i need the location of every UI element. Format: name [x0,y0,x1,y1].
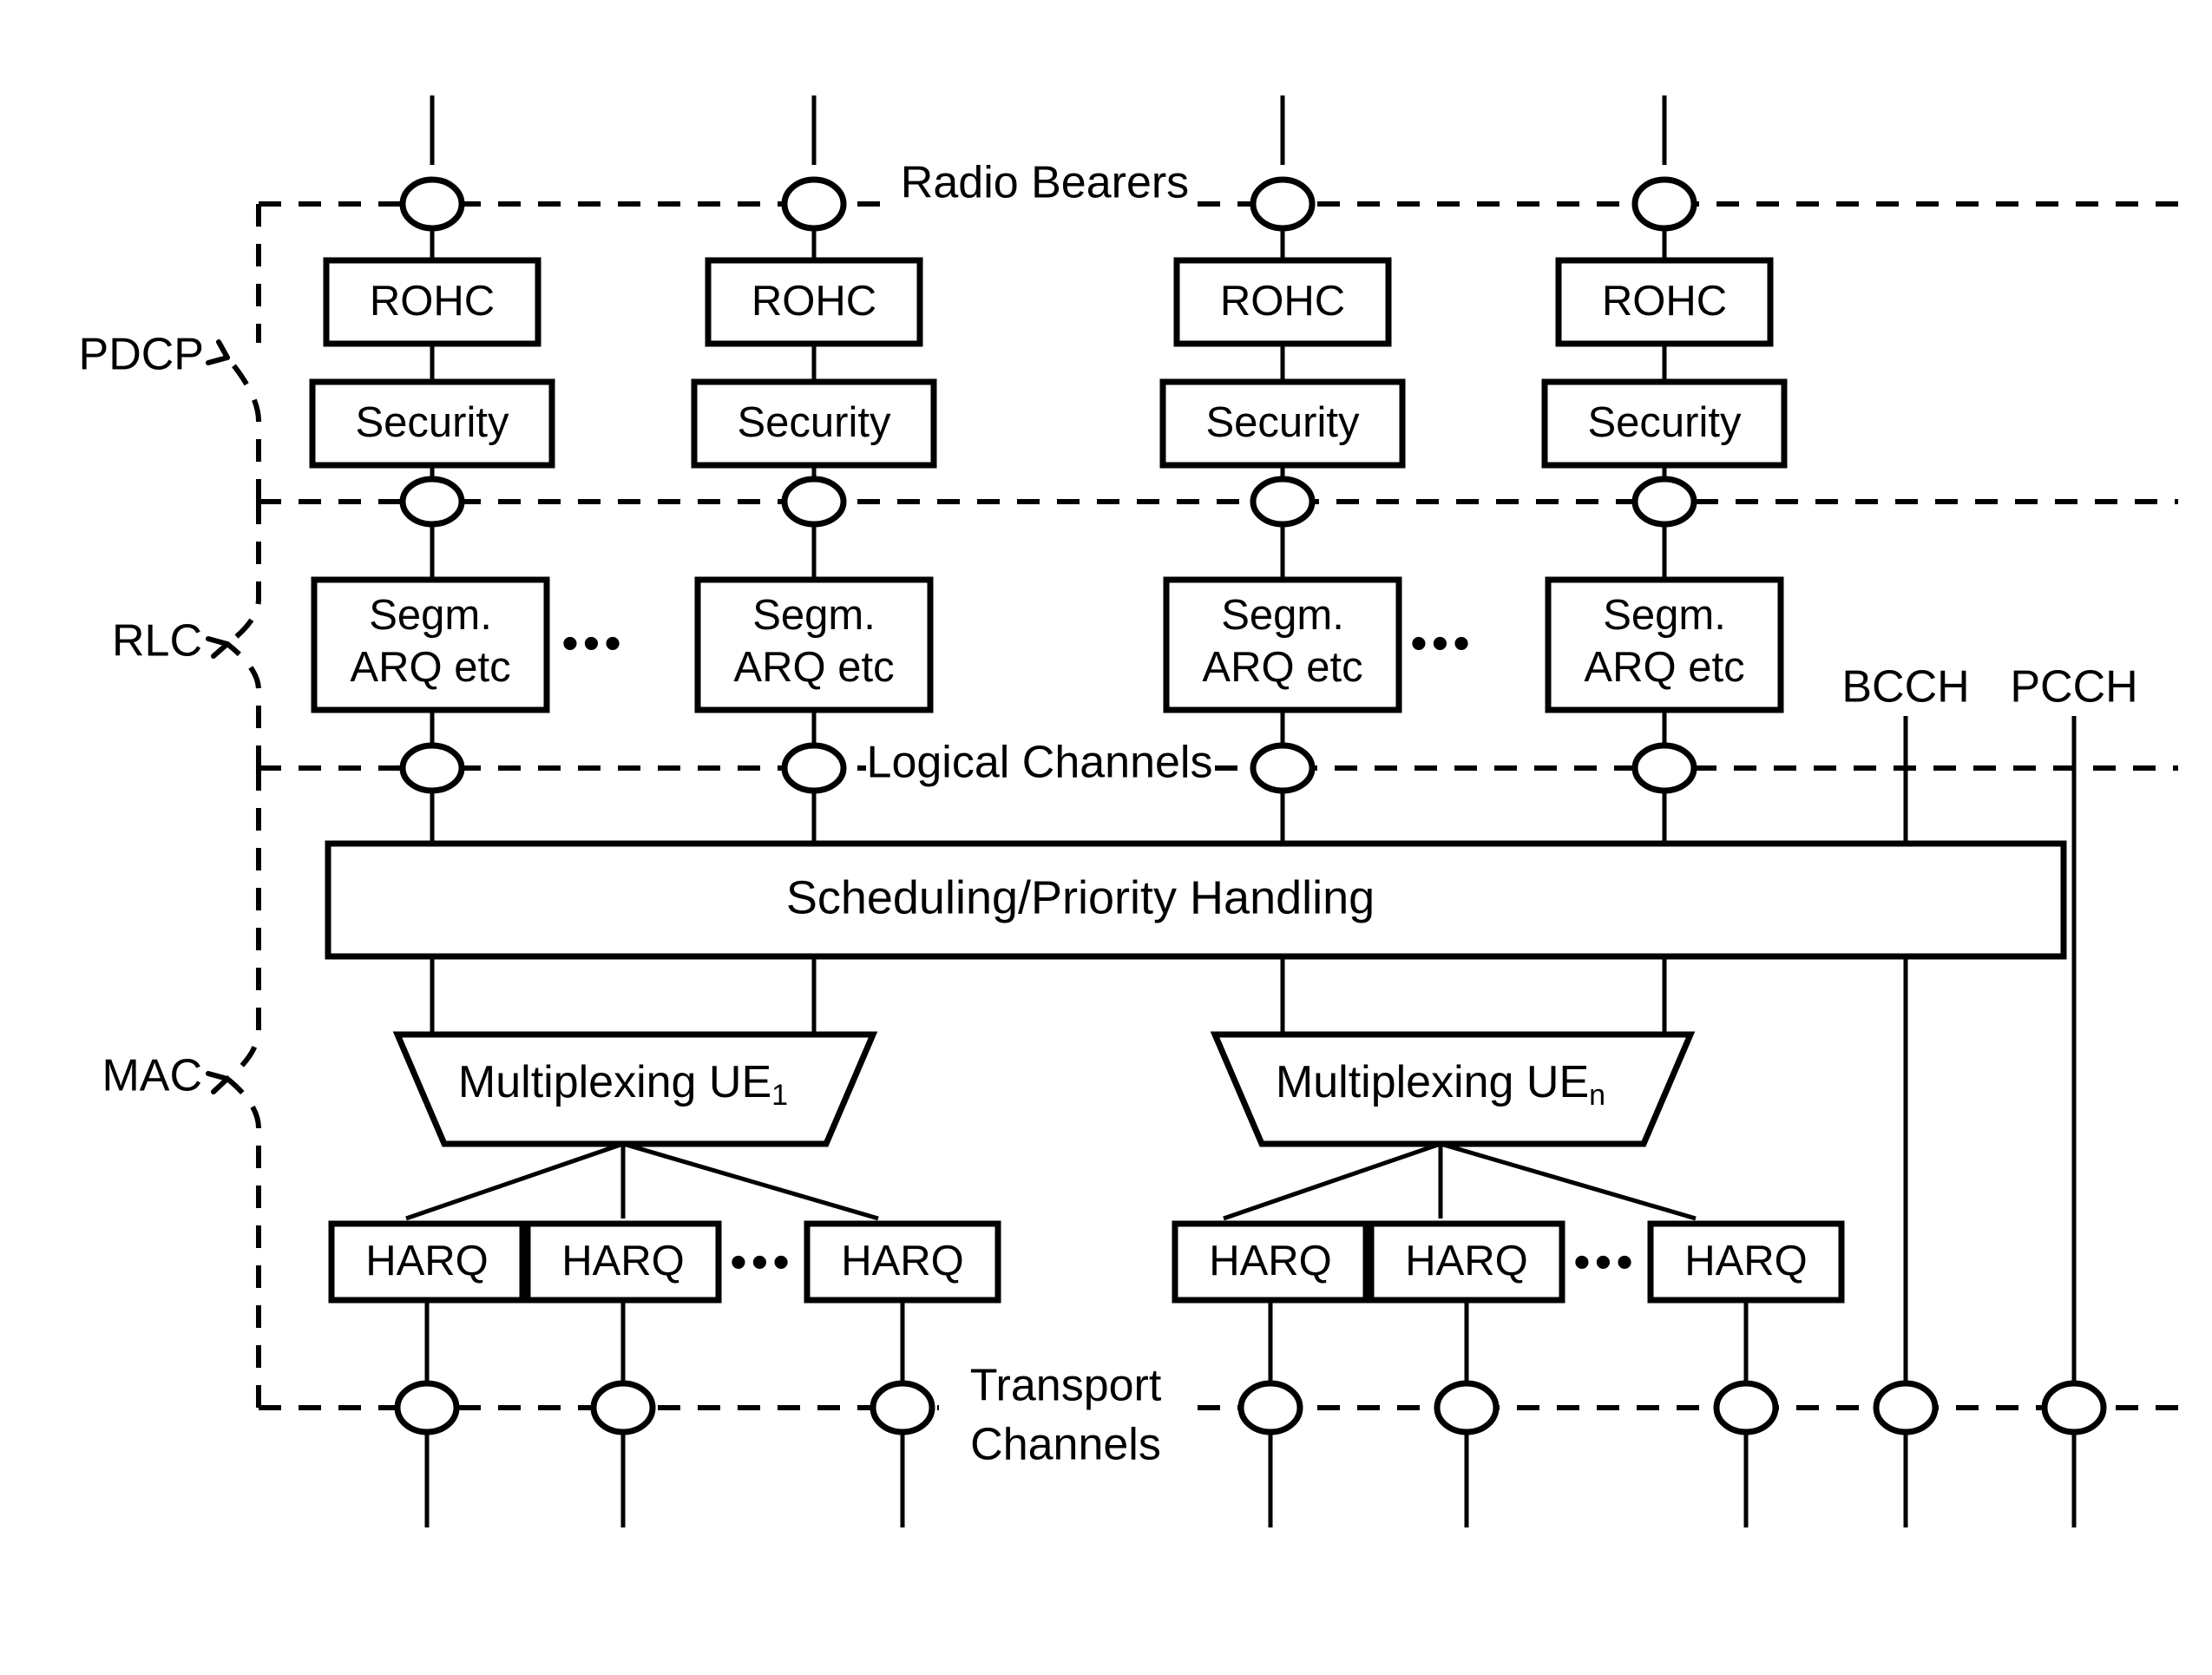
multiplexing-uen-label: Multiplexing UEn [1276,1057,1605,1112]
transport-channel-output-lines [424,1432,2077,1527]
rohc-box-label: ROHC [752,278,876,325]
multiplexer-input-lines [430,956,1667,1035]
logical-channels-label: Logical Channels [867,738,1213,788]
rlc-box-label-line1: Segm. [1221,592,1344,639]
rlc-box-label-line2: ARQ etc [1584,644,1744,691]
scheduling-priority-handling-label: Scheduling/Priority Handling [786,871,1375,923]
rlc-box-label-line1: Segm. [369,592,492,639]
security-box-label: Security [1587,399,1742,446]
mac-bracket-bottom [226,1076,261,1408]
pdcp-bracket-bottom [225,356,261,502]
scheduler-input-lines [430,791,1667,844]
rlc-ellipsis-left: ••• [561,615,626,670]
protocol-stack-canvas: Radio Bearers ROHC ROHC ROHC ROHC Securi… [79,95,2178,1527]
harq-box-label: HARQ [1684,1238,1808,1284]
mac-bracket-arrow [206,1071,230,1094]
security-output-lines [430,465,1667,477]
mac-bracket-top [226,768,261,1081]
layer-label-mac: MAC [102,1051,202,1101]
rlc-box-label-line2: ARQ etc [350,644,510,691]
rlc-box-group: Segm. ARQ etc Segm. ARQ etc Segm. ARQ et… [311,576,1784,713]
bcch-label: BCCH [1841,662,1969,713]
harq-box-label: HARQ [561,1238,685,1284]
rlc-box-label-line1: Segm. [1603,592,1726,639]
harq-box-label: HARQ [1209,1238,1332,1284]
rlc-box-label-line2: ARQ etc [733,644,894,691]
pcch-label: PCCH [2010,662,2137,713]
rlc-input-lines [430,524,1667,580]
rlc-box-label-line2: ARQ etc [1202,644,1362,691]
transport-channels-label-line2: Channels [970,1420,1161,1470]
layer-label-rlc: RLC [112,616,202,667]
rlc-bracket-arrow [206,636,230,659]
harq-box-label: HARQ [841,1238,964,1284]
harq-box-group-ue1: HARQ HARQ HARQ [328,1220,1001,1304]
rohc-input-lines [430,228,1667,260]
harq-box-label: HARQ [1405,1238,1528,1284]
harq-fanout-lines-ue1 [405,1141,879,1221]
rohc-box-label: ROHC [370,278,495,325]
security-box-label: Security [737,399,891,446]
harq-fanout-lines-uen [1223,1141,1697,1221]
rohc-box-label: ROHC [1602,278,1727,325]
rlc-box-label-line1: Segm. [752,592,876,639]
side-channel-bcch: BCCH [1841,662,1970,1408]
multiplexer-ue1-group: Multiplexing UE1 [392,1031,878,1147]
multiplexing-ue1-label: Multiplexing UE1 [458,1057,788,1112]
multiplexer-uen-group: Multiplexing UEn [1210,1031,1696,1147]
rlc-bracket-bottom [226,641,261,768]
security-box-label: Security [355,399,509,446]
harq-box-label: HARQ [365,1238,489,1284]
security-box-group: Security Security Security Security [309,378,1788,469]
rlc-ellipsis-right: ••• [1410,615,1474,670]
harq-ellipsis-left: ••• [730,1234,794,1289]
lte-protocol-stack-diagram: Radio Bearers ROHC ROHC ROHC ROHC Securi… [0,0,2212,1675]
harq-box-group-uen: HARQ HARQ HARQ [1172,1220,1845,1304]
harq-ellipsis-right: ••• [1573,1234,1638,1289]
radio-bearer-input-lines [430,95,1667,165]
security-box-label: Security [1205,399,1360,446]
transport-channels-label-line1: Transport [970,1361,1162,1411]
side-channel-pcch: PCCH [2010,662,2138,1408]
rlc-bracket-top [226,502,261,647]
radio-bearers-label: Radio Bearers [901,158,1189,208]
rohc-box-group: ROHC ROHC ROHC ROHC [323,257,1774,347]
pdcp-bracket-arrow [206,339,230,365]
layer-label-pdcp: PDCP [79,330,204,380]
rohc-security-connectors [430,344,1667,382]
rohc-box-label: ROHC [1220,278,1345,325]
